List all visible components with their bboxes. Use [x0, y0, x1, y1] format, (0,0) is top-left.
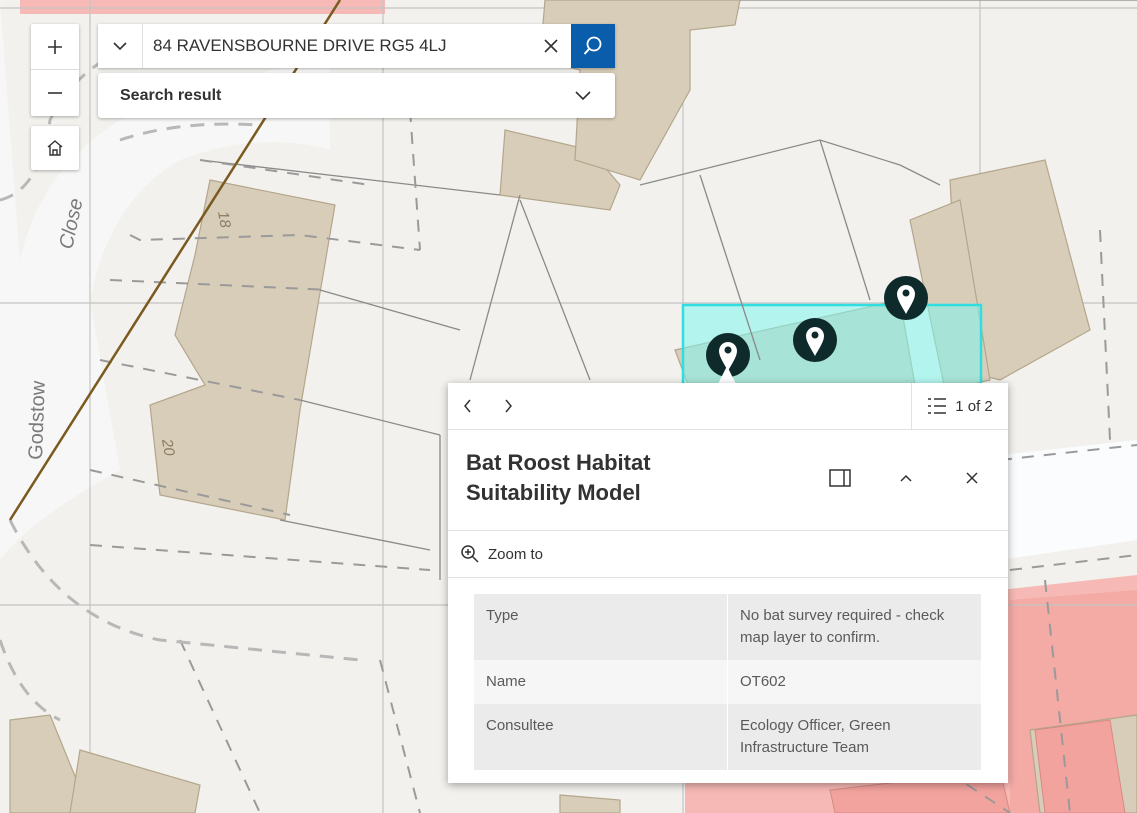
search-source-dropdown[interactable]: [98, 24, 143, 68]
search-widget: [98, 24, 615, 68]
previous-feature-button[interactable]: [448, 383, 488, 429]
search-icon: [583, 36, 602, 55]
dock-icon: [829, 469, 851, 487]
chevron-down-icon: [575, 90, 591, 100]
chevron-right-icon: [505, 399, 512, 413]
attribute-value: No bat survey required - check map layer…: [727, 594, 981, 660]
zoom-out-button[interactable]: [31, 69, 79, 115]
planning-zone: [20, 0, 385, 14]
zoom-to-button[interactable]: Zoom to: [448, 531, 1008, 578]
collapse-button[interactable]: [886, 460, 926, 496]
attribute-key: Type: [474, 594, 728, 660]
map-marker-icon[interactable]: [884, 276, 928, 320]
search-result-dropdown[interactable]: Search result: [98, 73, 615, 118]
chevron-up-icon: [900, 474, 912, 482]
table-row: Consultee Ecology Officer, Green Infrast…: [474, 704, 981, 770]
attribute-value: OT602: [727, 660, 981, 704]
feature-popup: 1 of 2 Bat Roost Habitat Suitability Mod…: [448, 383, 1008, 783]
street-label-godstow: Godstow: [25, 380, 50, 460]
chevron-left-icon: [464, 399, 471, 413]
home-icon: [47, 140, 63, 156]
table-row: Name OT602: [474, 660, 981, 704]
attribute-value: Ecology Officer, Green Infrastructure Te…: [727, 704, 981, 770]
house-number-20: 20: [158, 437, 178, 458]
search-button[interactable]: [571, 24, 615, 68]
close-icon: [544, 39, 558, 53]
attribute-key: Name: [474, 660, 728, 704]
minus-icon: [48, 91, 62, 94]
attribute-key: Consultee: [474, 704, 728, 770]
close-popup-button[interactable]: [952, 460, 992, 496]
attribute-table: Type No bat survey required - check map …: [474, 594, 981, 770]
search-input[interactable]: [143, 25, 531, 67]
popup-header: 1 of 2: [448, 383, 1008, 430]
road: [1000, 440, 1137, 560]
zoom-in-button[interactable]: [31, 24, 79, 69]
map-marker-icon[interactable]: [793, 318, 837, 362]
home-button[interactable]: [31, 126, 79, 170]
dock-button[interactable]: [820, 460, 860, 496]
search-result-label: Search result: [120, 86, 222, 104]
clear-search-button[interactable]: [531, 24, 571, 68]
zoom-in-icon: [461, 545, 479, 563]
table-row: Type No bat survey required - check map …: [474, 594, 981, 660]
popup-title-bar: Bat Roost Habitat Suitability Model: [448, 430, 1008, 531]
chevron-down-icon: [113, 42, 127, 51]
next-feature-button[interactable]: [488, 383, 528, 429]
zoom-controls: [31, 24, 79, 116]
close-icon: [966, 472, 978, 484]
feature-list-button[interactable]: 1 of 2: [911, 383, 1008, 429]
zoom-to-label: Zoom to: [488, 545, 544, 563]
plus-icon: [48, 39, 62, 54]
feature-count: 1 of 2: [955, 397, 993, 415]
popup-title: Bat Roost Habitat Suitability Model: [466, 450, 651, 505]
popup-pointer: [718, 366, 736, 384]
list-icon: [928, 398, 947, 414]
